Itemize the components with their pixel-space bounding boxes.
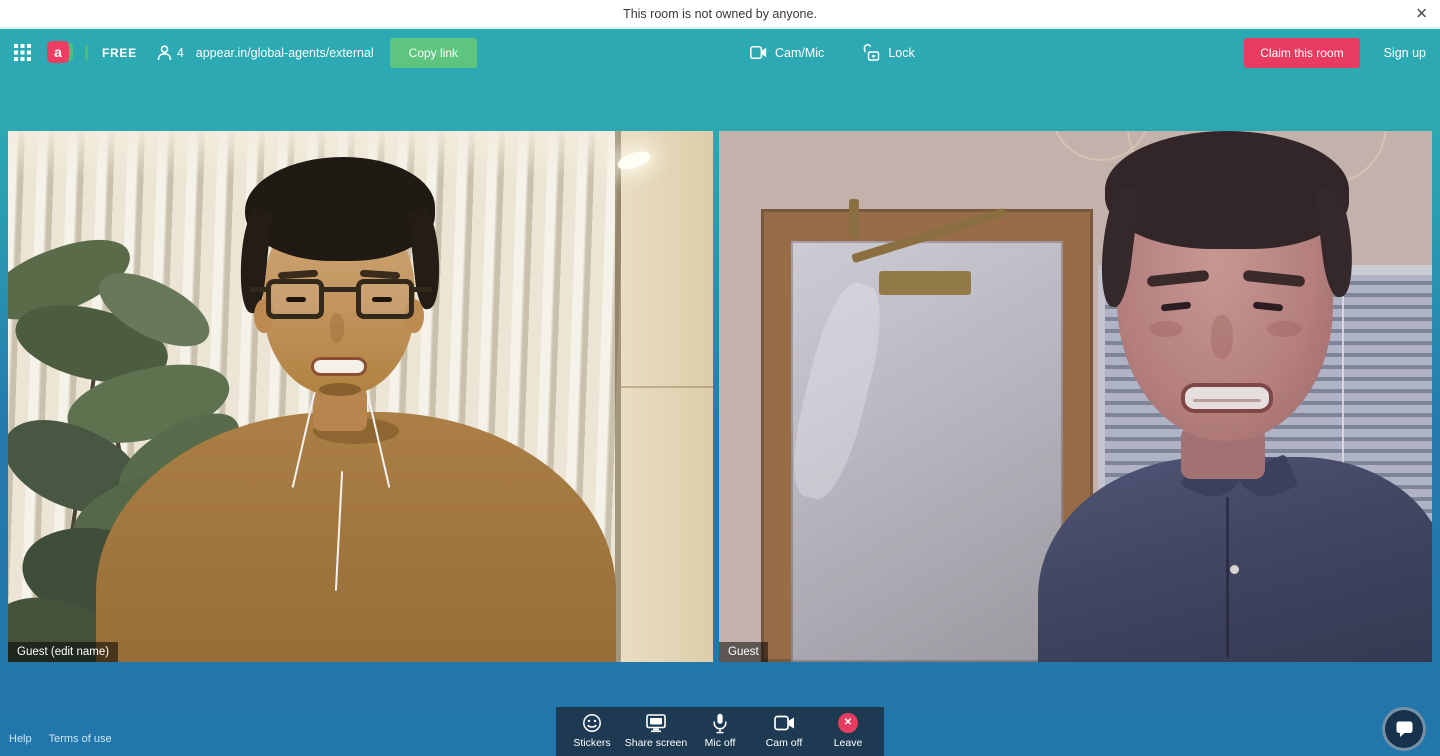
leave-x-icon: ✕ <box>838 713 858 733</box>
room-header: a FREE 4 appear.in/global-agents/externa… <box>0 29 1440 76</box>
header-left-group: a FREE 4 appear.in/global-agents/externa… <box>14 37 478 68</box>
smile <box>1181 383 1273 413</box>
smile <box>311 357 367 376</box>
leave-button[interactable]: ✕ Leave <box>816 713 880 749</box>
call-toolbar: Stickers Share screen Mic off Cam off ✕ … <box>556 707 884 756</box>
person-figure-left <box>8 131 713 662</box>
camera-icon <box>750 46 767 59</box>
mic-off-button[interactable]: Mic off <box>688 713 752 749</box>
microphone-icon <box>712 713 728 733</box>
camera-icon <box>773 713 795 733</box>
lock-open-icon <box>863 44 880 61</box>
apps-grid-icon[interactable] <box>14 44 31 61</box>
sign-up-link[interactable]: Sign up <box>1384 46 1426 60</box>
footer-links: Help Terms of use <box>9 733 112 745</box>
cam-off-label: Cam off <box>765 737 803 749</box>
help-link[interactable]: Help <box>9 733 32 745</box>
chat-button[interactable] <box>1382 707 1426 751</box>
participant-count-button[interactable]: 4 <box>157 44 184 61</box>
leave-label: Leave <box>833 737 863 749</box>
door-closer-box <box>879 271 971 295</box>
cam-mic-label: Cam/Mic <box>775 45 825 60</box>
stickers-label: Stickers <box>573 737 611 749</box>
close-icon[interactable]: ✕ <box>1415 6 1428 21</box>
claim-room-button[interactable]: Claim this room <box>1244 37 1360 68</box>
frosted-glass-panel <box>781 241 1063 662</box>
logo-pink-bubble: a <box>47 40 69 63</box>
chat-bubble-icon <box>1396 721 1412 737</box>
participant-name: Guest <box>719 642 768 662</box>
notification-bar: This room is not owned by anyone. ✕ <box>0 0 1440 29</box>
lock-label: Lock <box>888 45 915 60</box>
copy-link-button[interactable]: Copy link <box>389 37 478 68</box>
notification-text: This room is not owned by anyone. <box>623 6 817 21</box>
plan-badge: FREE <box>102 45 137 60</box>
sweater <box>96 412 616 662</box>
cam-mic-button[interactable]: Cam/Mic <box>750 46 824 60</box>
participant-count: 4 <box>176 45 184 60</box>
monitor-icon <box>645 713 667 733</box>
share-screen-button[interactable]: Share screen <box>624 713 688 749</box>
participant-video-left[interactable]: Guest (edit name) <box>8 131 713 662</box>
mic-off-label: Mic off <box>704 737 736 749</box>
hair <box>1105 131 1349 249</box>
video-grid: Guest (edit name) Guest <box>8 131 1432 662</box>
participant-video-right[interactable]: Guest <box>719 131 1432 662</box>
participant-name-edit[interactable]: Guest (edit name) <box>8 642 119 662</box>
smiley-icon <box>582 713 602 733</box>
appear-in-logo[interactable]: a <box>47 40 77 65</box>
door-closer <box>849 199 859 239</box>
terms-link[interactable]: Terms of use <box>49 733 112 745</box>
lock-button[interactable]: Lock <box>862 44 915 61</box>
cam-off-button[interactable]: Cam off <box>752 713 816 749</box>
share-screen-label: Share screen <box>624 737 688 749</box>
logo-accent-bar <box>85 44 88 61</box>
stickers-button[interactable]: Stickers <box>560 713 624 749</box>
header-center-group: Cam/Mic Lock <box>750 29 915 76</box>
hair <box>245 157 435 261</box>
person-icon <box>157 44 172 60</box>
video-call-room: This room is not owned by anyone. ✕ a FR… <box>0 0 1440 756</box>
room-url: appear.in/global-agents/external <box>195 45 374 60</box>
header-right-group: Claim this room Sign up <box>1244 37 1426 68</box>
